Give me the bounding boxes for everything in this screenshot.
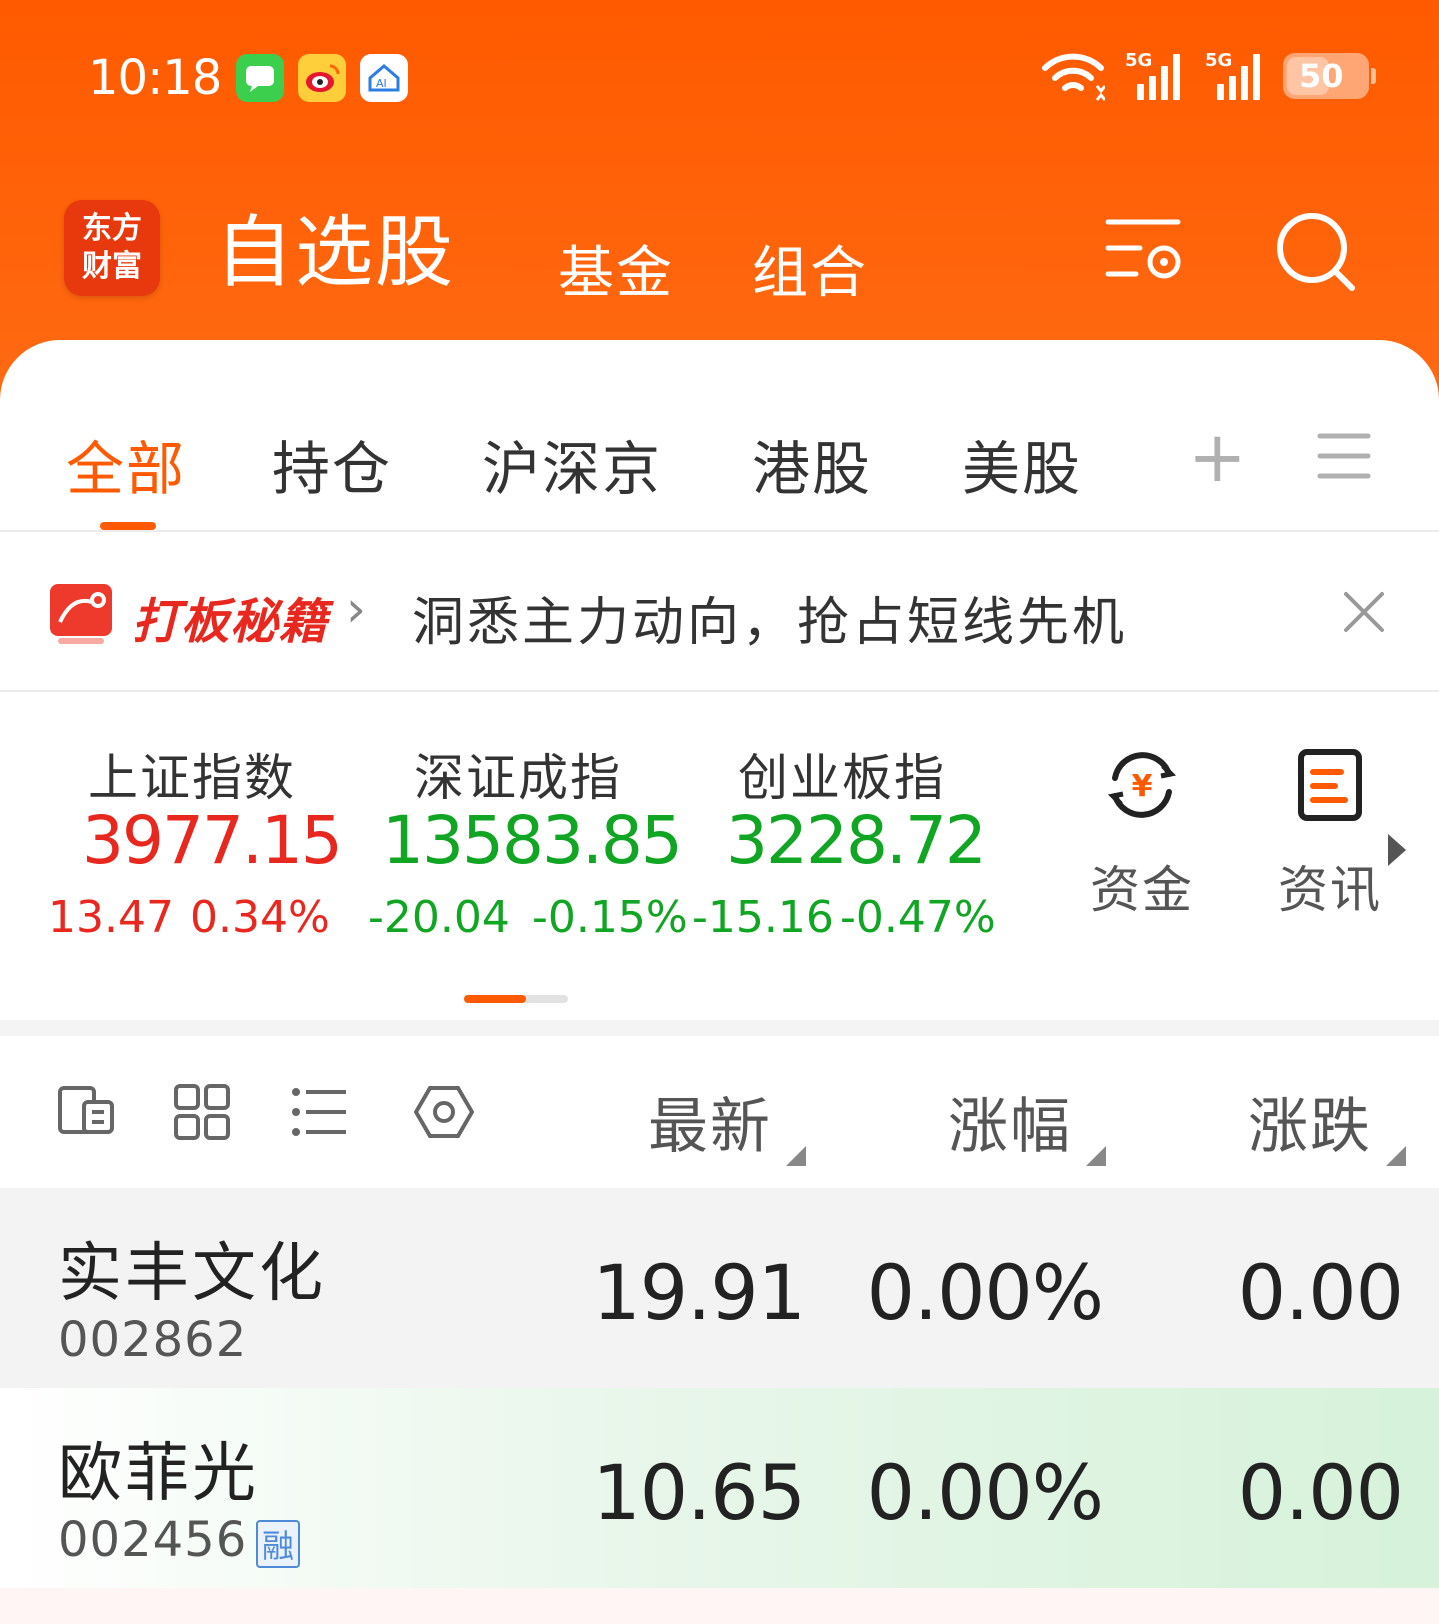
page-title-watchlist[interactable]: 自选股 xyxy=(215,190,455,302)
layout-card-icon[interactable] xyxy=(56,1082,116,1142)
signal-strength-icon-2: 5G xyxy=(1203,50,1265,102)
promo-banner[interactable]: 打板秘籍 › 洞悉主力动向，抢占短线先机 xyxy=(0,532,1439,692)
weibo-app-icon xyxy=(298,54,346,102)
promo-tag: 打板秘籍 xyxy=(132,594,329,650)
sort-indicator-icon xyxy=(1086,1146,1106,1166)
tab-all[interactable]: 全部 xyxy=(66,422,186,506)
main-card: 全部 持仓 沪深京 港股 美股 + 打板秘籍 › 洞悉主力动向，抢占短线先机 上… xyxy=(0,340,1439,1624)
funds-flow-icon: ¥ xyxy=(1107,752,1177,818)
index-change-pct: -0.47% xyxy=(840,892,996,943)
list-settings-icon[interactable] xyxy=(1100,208,1188,296)
stock-change: 0.00 xyxy=(1237,1248,1404,1337)
stock-price: 10.65 xyxy=(592,1448,806,1537)
index-change: -20.04 xyxy=(368,892,510,943)
sort-change[interactable]: 涨跌 xyxy=(1248,1078,1372,1165)
stock-change-pct: 0.00% xyxy=(866,1448,1104,1537)
active-tab-indicator xyxy=(100,522,156,530)
stock-code: 002456 xyxy=(58,1512,248,1568)
stock-price: 19.91 xyxy=(592,1248,806,1337)
close-icon[interactable] xyxy=(1340,588,1388,636)
stock-name: 实丰文化 xyxy=(58,1237,326,1311)
nav-tab-fund[interactable]: 基金 xyxy=(558,228,674,309)
market-indices: 上证指数 3977.15 13.47 0.34% 深证成指 13583.85 -… xyxy=(0,692,1439,1020)
nav-tab-portfolio[interactable]: 组合 xyxy=(752,228,868,309)
stock-row[interactable]: 实丰文化 002862 19.91 0.00% 0.00 xyxy=(0,1188,1439,1388)
status-indicators: 5G 5G 50 xyxy=(1041,50,1376,102)
margin-trading-badge: 融 xyxy=(256,1520,300,1568)
stock-row[interactable]: 欧菲光 002456 融 10.65 0.00% 0.00 xyxy=(0,1388,1439,1588)
stock-row-partial[interactable] xyxy=(0,1588,1439,1624)
signal-strength-icon-1: 5G xyxy=(1123,50,1185,102)
settings-hex-icon[interactable] xyxy=(414,1082,474,1142)
market-tabs: 全部 持仓 沪深京 港股 美股 + xyxy=(0,340,1439,532)
search-icon[interactable] xyxy=(1272,208,1360,296)
caret-right-icon[interactable] xyxy=(1386,832,1408,868)
add-group-button[interactable]: + xyxy=(1188,422,1247,492)
list-view-icon[interactable] xyxy=(290,1082,350,1142)
tab-hs-markets[interactable]: 沪深京 xyxy=(482,422,662,506)
tab-holdings[interactable]: 持仓 xyxy=(272,422,392,506)
news-document-icon xyxy=(1298,749,1362,821)
battery-level: 50 xyxy=(1299,57,1344,95)
ai-home-app-icon: AI xyxy=(360,54,408,102)
promo-text: 洞悉主力动向，抢占短线先机 xyxy=(412,593,1128,653)
sort-indicator-icon xyxy=(1386,1146,1406,1166)
wifi-icon xyxy=(1042,53,1105,101)
watchlist-header: 最新 涨幅 涨跌 xyxy=(0,1036,1439,1188)
index-value: 3977.15 xyxy=(82,802,343,879)
index-change-pct: -0.15% xyxy=(532,892,688,943)
index-change: 13.47 xyxy=(48,892,174,943)
trading-tips-icon xyxy=(50,584,112,644)
index-value: 13583.85 xyxy=(382,802,683,879)
index-value: 3228.72 xyxy=(726,802,987,879)
carousel-indicator xyxy=(464,995,568,1003)
funds-flow-button[interactable]: ¥ 资金 xyxy=(1082,744,1202,922)
tab-us-stocks[interactable]: 美股 xyxy=(962,422,1082,506)
chevron-right-icon: › xyxy=(346,580,366,638)
status-time: 10:18 xyxy=(88,50,222,106)
status-bar: 10:18 AI 5G 5G 50 xyxy=(0,40,1439,120)
sort-latest-price[interactable]: 最新 xyxy=(648,1078,772,1165)
messages-app-icon xyxy=(236,54,284,102)
stock-change: 0.00 xyxy=(1237,1448,1404,1537)
sort-change-pct[interactable]: 涨幅 xyxy=(948,1078,1072,1165)
section-divider xyxy=(0,1020,1439,1036)
stock-code: 002862 xyxy=(58,1312,248,1368)
sort-indicator-icon xyxy=(786,1146,806,1166)
index-change-pct: 0.34% xyxy=(190,892,330,943)
app-logo[interactable]: 东方 财富 xyxy=(64,200,160,296)
tab-hk-stocks[interactable]: 港股 xyxy=(752,422,872,506)
stock-change-pct: 0.00% xyxy=(866,1248,1104,1337)
battery-icon: 50 xyxy=(1283,53,1376,99)
news-button[interactable]: 资讯 xyxy=(1270,744,1390,922)
svg-text:¥: ¥ xyxy=(1132,769,1153,804)
index-change: -15.16 xyxy=(692,892,834,943)
stock-name: 欧菲光 xyxy=(58,1437,259,1511)
menu-icon[interactable] xyxy=(1316,430,1372,482)
svg-text:AI: AI xyxy=(376,77,387,90)
grid-view-icon[interactable] xyxy=(172,1082,232,1142)
